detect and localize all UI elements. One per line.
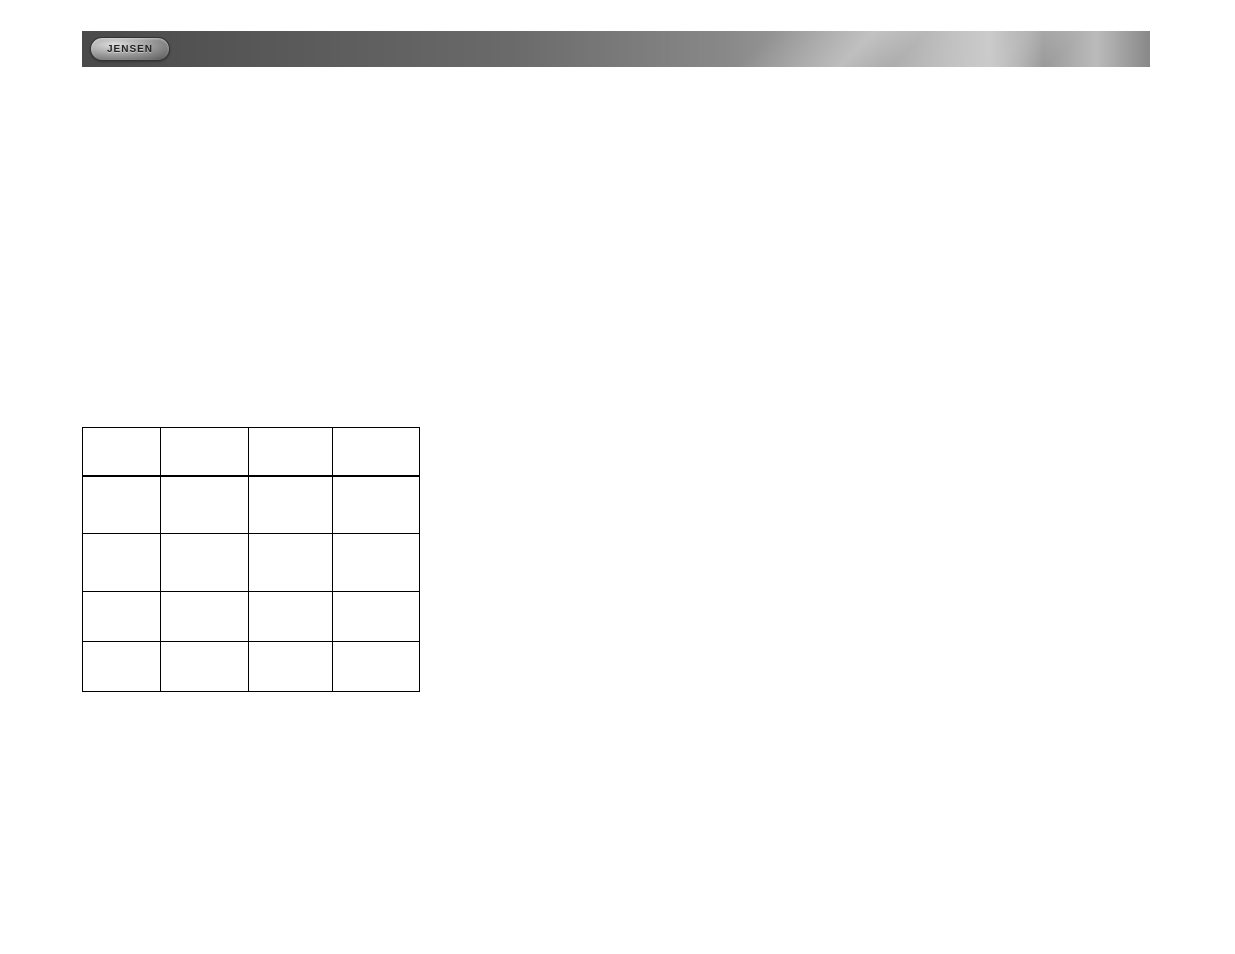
table-header-cell [160,428,248,476]
table-cell [160,642,248,692]
content-area [82,67,1150,692]
table-cell [83,534,161,592]
table-cell [83,642,161,692]
table-cell [248,592,333,642]
table-row [83,476,420,534]
table-cell [248,642,333,692]
table-header-cell [248,428,333,476]
table-cell [248,534,333,592]
table-row [83,534,420,592]
page-container: JENSEN [82,31,1150,692]
table-header-cell [83,428,161,476]
table-row [83,592,420,642]
table-cell [333,592,420,642]
table-cell [333,476,420,534]
table-cell [83,476,161,534]
table-cell [248,476,333,534]
table-cell [333,534,420,592]
table-row [83,642,420,692]
table-cell [160,592,248,642]
data-table [82,427,420,692]
table-cell [160,476,248,534]
table-cell [83,592,161,642]
table-cell [333,642,420,692]
table-cell [160,534,248,592]
table-header-row [83,428,420,476]
brand-logo-text: JENSEN [107,44,153,55]
table-header-cell [333,428,420,476]
brand-logo: JENSEN [90,37,170,61]
header-banner: JENSEN [82,31,1150,67]
